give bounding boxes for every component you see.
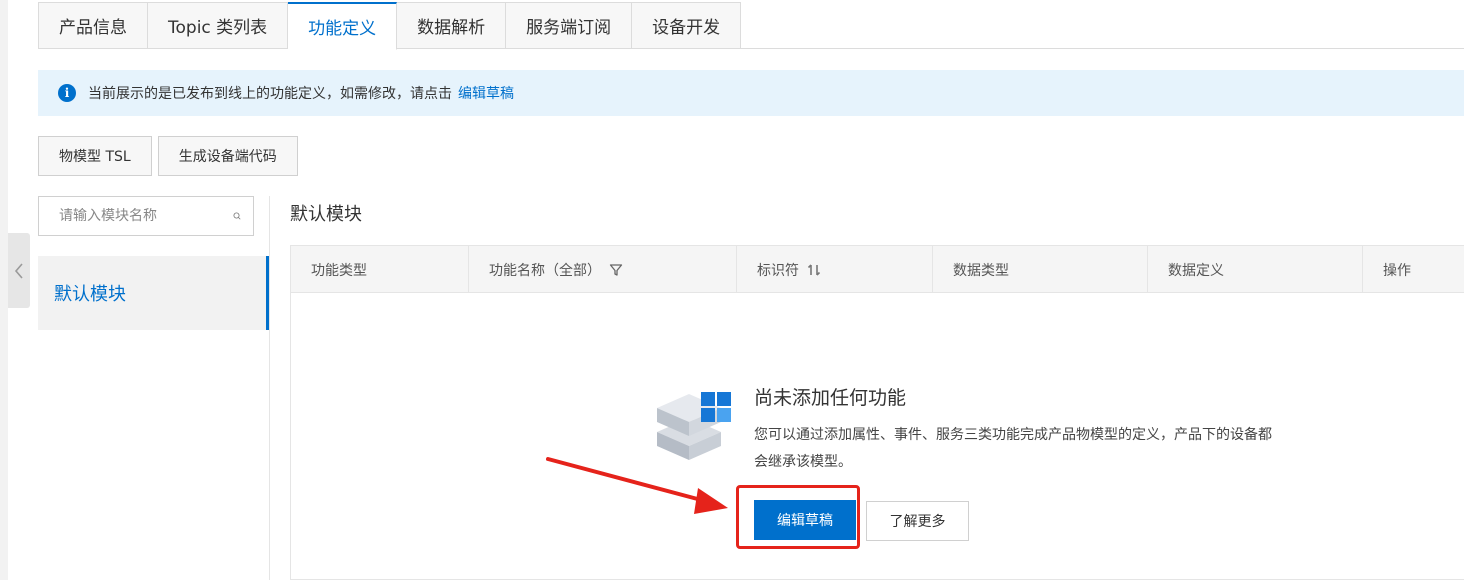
notice-text: 当前展示的是已发布到线上的功能定义，如需修改，请点击 <box>88 86 452 102</box>
tab-product-info[interactable]: 产品信息 <box>38 2 148 49</box>
info-notice: i 当前展示的是已发布到线上的功能定义，如需修改，请点击 编辑草稿 <box>38 70 1464 116</box>
filter-icon[interactable] <box>609 263 623 277</box>
tab-data-parsing[interactable]: 数据解析 <box>397 2 507 49</box>
tsl-button[interactable]: 物模型 TSL <box>38 136 152 176</box>
info-icon: i <box>58 84 76 102</box>
generate-device-code-button[interactable]: 生成设备端代码 <box>157 136 298 176</box>
column-data-definition: 数据定义 <box>1148 246 1363 293</box>
toolbar: 物模型 TSL 生成设备端代码 <box>38 136 298 176</box>
module-item-default[interactable]: 默认模块 <box>38 256 269 330</box>
tab-function-definition[interactable]: 功能定义 <box>288 2 398 50</box>
tab-server-subscription[interactable]: 服务端订阅 <box>506 2 633 49</box>
edit-draft-link[interactable]: 编辑草稿 <box>458 83 514 103</box>
table-header: 功能类型 功能名称（全部） 标识符 数据类型 数据定义 操作 <box>291 246 1464 293</box>
learn-more-button[interactable]: 了解更多 <box>866 501 969 541</box>
sort-icon[interactable] <box>807 263 821 277</box>
module-title: 默认模块 <box>290 204 362 225</box>
empty-state-description: 您可以通过添加属性、事件、服务三类功能完成产品物模型的定义，产品下的设备都会继承… <box>754 427 1272 470</box>
module-search-input[interactable] <box>59 208 233 224</box>
edit-draft-button[interactable]: 编辑草稿 <box>754 500 856 540</box>
product-tabs: 产品信息 Topic 类列表 功能定义 数据解析 服务端订阅 设备开发 <box>38 2 1464 50</box>
collapse-sidebar-handle[interactable] <box>8 233 30 308</box>
tab-device-development[interactable]: 设备开发 <box>632 2 742 49</box>
tab-topic-list[interactable]: Topic 类列表 <box>148 2 289 49</box>
column-actions: 操作 <box>1383 262 1411 279</box>
left-gutter <box>0 0 8 580</box>
module-search <box>38 196 254 236</box>
empty-state-title: 尚未添加任何功能 <box>754 387 907 409</box>
search-icon[interactable] <box>233 208 241 224</box>
column-function-type: 功能类型 <box>291 246 469 293</box>
empty-product-illustration-icon <box>657 392 731 460</box>
module-panel-divider <box>269 196 270 580</box>
column-data-type: 数据类型 <box>933 246 1148 293</box>
chevron-left-icon <box>14 262 23 279</box>
column-identifier[interactable]: 标识符 <box>737 246 933 293</box>
column-function-name[interactable]: 功能名称（全部） <box>469 246 737 293</box>
